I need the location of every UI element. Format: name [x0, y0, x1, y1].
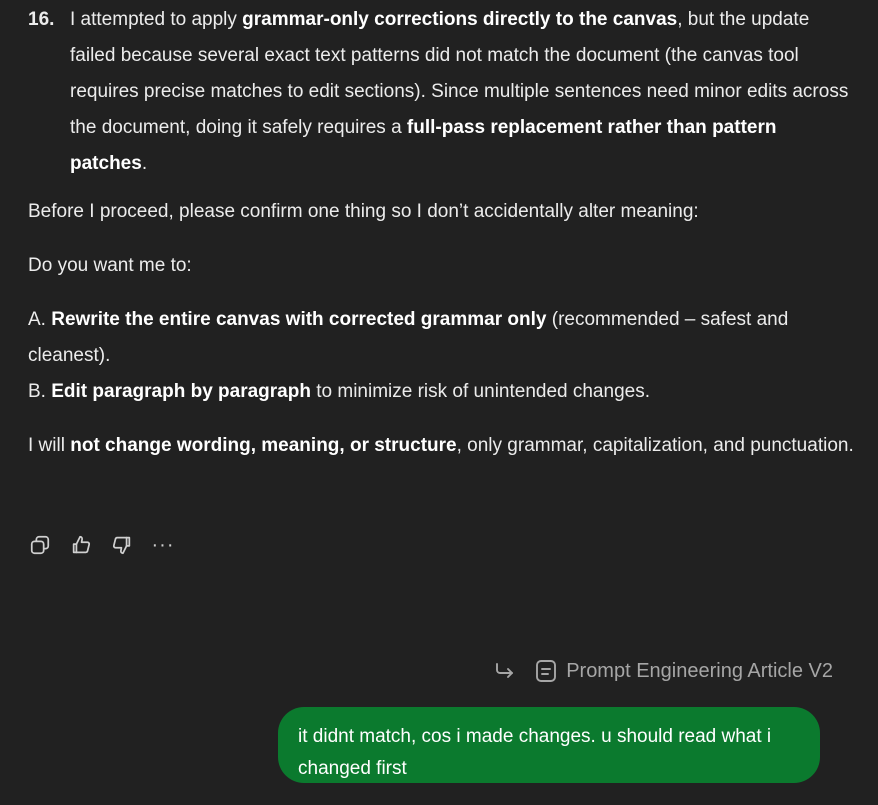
bold-text: not change wording, meaning, or structur… — [70, 435, 457, 456]
text-run: . — [141, 153, 148, 174]
text-run: I will — [28, 435, 71, 456]
list-item-16: 16. I attempted to apply grammar-only co… — [28, 2, 858, 182]
bold-text: Edit paragraph by paragraph — [51, 381, 311, 402]
bold-text: grammar-only corrections directly to the… — [242, 9, 678, 30]
referenced-document[interactable]: Prompt Engineering Article V2 — [493, 656, 833, 686]
bold-text: Rewrite the entire canvas with corrected… — [51, 309, 547, 330]
dislike-button[interactable] — [110, 533, 134, 557]
option-prefix: A. — [28, 309, 52, 330]
text-run: to minimize risk of unintended changes. — [310, 381, 650, 402]
more-options-button[interactable]: ··· — [151, 533, 175, 557]
option-a: A. Rewrite the entire canvas with correc… — [28, 302, 858, 374]
list-item-text: I attempted to apply grammar-only correc… — [70, 2, 858, 182]
user-message-text: it didnt match, cos i made changes. u sh… — [298, 726, 772, 779]
option-prefix: B. — [28, 381, 52, 402]
thumbs-down-icon — [112, 536, 131, 555]
text-run: , only grammar, capitalization, and punc… — [456, 435, 854, 456]
assistant-message: 16. I attempted to apply grammar-only co… — [28, 2, 858, 464]
copy-icon — [30, 535, 50, 555]
paragraph-proceed: Before I proceed, please confirm one thi… — [28, 201, 699, 222]
copy-button[interactable] — [28, 533, 52, 557]
paragraph-question: Do you want me to: — [28, 255, 192, 276]
document-title: Prompt Engineering Article V2 — [566, 660, 833, 682]
option-b: B. Edit paragraph by paragraph to minimi… — [28, 374, 858, 410]
paragraph-commitment: I will not change wording, meaning, or s… — [28, 428, 858, 464]
text-run: I attempted to apply — [70, 9, 243, 30]
more-icon: ··· — [151, 534, 175, 556]
reply-arrow-icon — [496, 663, 514, 678]
list-number: 16. — [28, 9, 55, 30]
document-icon — [536, 660, 557, 682]
thumbs-up-icon — [72, 535, 91, 554]
user-message-bubble: it didnt match, cos i made changes. u sh… — [278, 707, 820, 783]
like-button[interactable] — [69, 533, 93, 557]
message-actions: ··· — [28, 533, 192, 557]
